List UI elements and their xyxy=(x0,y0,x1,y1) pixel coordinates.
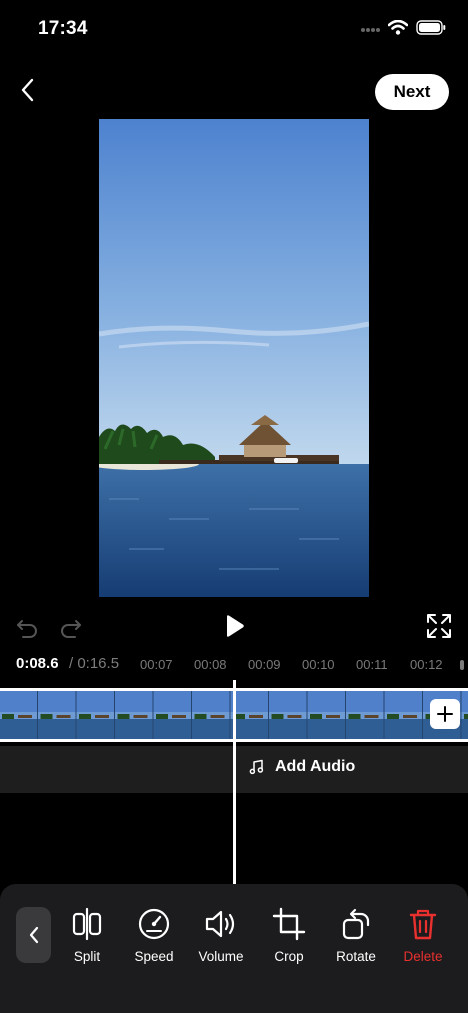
music-note-icon xyxy=(249,759,264,775)
split-icon xyxy=(70,906,104,942)
current-time: 0:08.6 xyxy=(16,655,59,672)
undo-button[interactable] xyxy=(12,613,42,643)
crop-button[interactable]: Crop xyxy=(256,906,322,964)
video-preview[interactable] xyxy=(99,119,369,597)
timeline-tick: 00:08 xyxy=(194,657,227,672)
next-button[interactable]: Next xyxy=(375,74,449,110)
rotate-label: Rotate xyxy=(336,949,376,964)
timeline-tick: 00:10 xyxy=(302,657,335,672)
back-button[interactable] xyxy=(10,72,46,108)
fullscreen-button[interactable] xyxy=(424,611,454,641)
trash-icon xyxy=(408,906,438,942)
volume-button[interactable]: Volume xyxy=(188,906,254,964)
split-button[interactable]: Split xyxy=(54,906,120,964)
redo-icon xyxy=(61,620,81,638)
timeline-tick: 00:09 xyxy=(248,657,281,672)
play-button[interactable] xyxy=(219,611,249,641)
undo-icon xyxy=(17,620,37,638)
rotate-button[interactable]: Rotate xyxy=(323,906,389,964)
delete-button[interactable]: Delete xyxy=(390,906,456,964)
status-time: 17:34 xyxy=(38,18,88,39)
total-duration: / 0:16.5 xyxy=(69,655,120,672)
toolbar-back-button[interactable] xyxy=(16,907,51,963)
video-frame-image xyxy=(99,119,369,597)
wifi-icon xyxy=(387,19,409,40)
speedometer-icon xyxy=(137,906,171,942)
speed-button[interactable]: Speed xyxy=(121,906,187,964)
fullscreen-icon xyxy=(427,614,451,638)
split-label: Split xyxy=(73,949,101,964)
crop-icon xyxy=(272,906,306,942)
add-audio-button[interactable]: Add Audio xyxy=(249,758,355,776)
timeline-tick-fragment xyxy=(460,660,464,670)
play-icon xyxy=(227,615,244,637)
playhead[interactable] xyxy=(233,680,236,884)
timeline-tick: 00:12 xyxy=(410,657,443,672)
crop-label: Crop xyxy=(274,949,304,964)
status-icons xyxy=(360,19,446,40)
add-audio-label: Add Audio xyxy=(275,758,356,775)
redo-button[interactable] xyxy=(56,613,86,643)
volume-icon xyxy=(203,906,239,942)
battery-icon xyxy=(416,20,446,40)
speed-label: Speed xyxy=(134,949,174,964)
timeline-tick: 00:11 xyxy=(356,657,388,672)
chevron-left-icon xyxy=(29,926,38,944)
chevron-left-icon xyxy=(21,78,34,102)
rotate-icon xyxy=(339,906,373,942)
volume-label: Volume xyxy=(198,949,244,964)
plus-icon xyxy=(437,706,453,722)
delete-label: Delete xyxy=(403,949,443,964)
timeline-tick: 00:07 xyxy=(140,657,173,672)
signal-icon xyxy=(360,21,380,39)
add-clip-button[interactable] xyxy=(430,699,460,729)
